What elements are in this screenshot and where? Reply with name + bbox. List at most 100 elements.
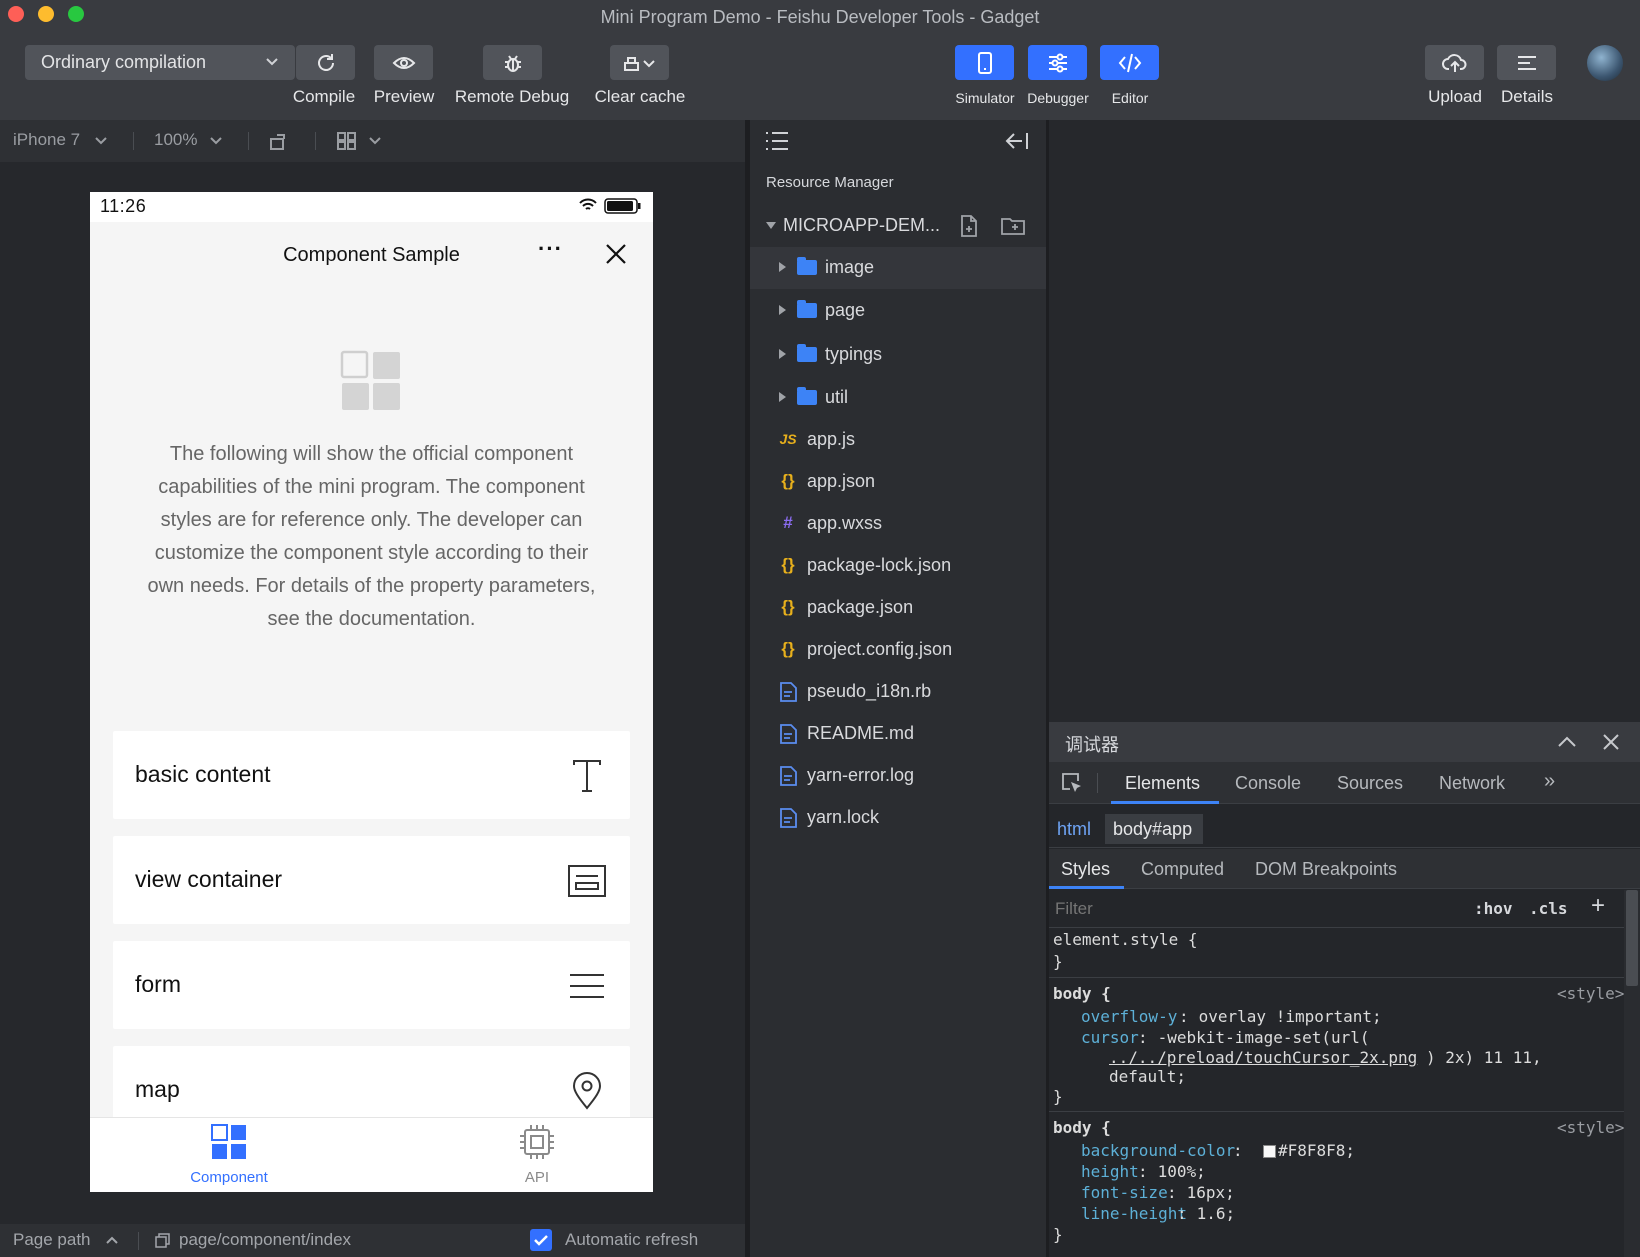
tree-item-pseudo-i18n[interactable]: pseudo_i18n.rb [750, 671, 1046, 713]
rule-selector[interactable]: body { [1053, 1118, 1111, 1137]
inspect-element-icon[interactable] [1061, 772, 1083, 794]
tree-item-image[interactable]: image [750, 247, 1046, 289]
tree-item-package-json[interactable]: {} package.json [750, 587, 1046, 629]
card-form[interactable]: form [113, 941, 630, 1029]
more-menu-icon[interactable]: ··· [538, 236, 563, 262]
tree-item-readme[interactable]: README.md [750, 713, 1046, 755]
tree-item-yarn-error[interactable]: yarn-error.log [750, 755, 1046, 797]
tab-elements[interactable]: Elements [1125, 773, 1200, 794]
remote-debug-button[interactable] [483, 45, 542, 80]
editor-toggle[interactable] [1100, 45, 1159, 80]
crumb-body[interactable]: body#app [1113, 819, 1192, 840]
upload-label[interactable]: Upload [1414, 87, 1496, 107]
styles-scrollbar[interactable] [1624, 890, 1640, 1257]
debugger-toggle[interactable] [1028, 45, 1087, 80]
close-icon[interactable] [1602, 733, 1620, 751]
prop-name[interactable]: height [1081, 1162, 1139, 1181]
prop-value[interactable]: #F8F8F8; [1278, 1141, 1355, 1160]
tab-console[interactable]: Console [1235, 773, 1301, 794]
phone-screen: 11:26 Component Sample ··· The following… [90, 192, 653, 1192]
prop-value[interactable]: overlay !important; [1189, 1007, 1382, 1026]
editor-area[interactable] [1049, 120, 1640, 722]
upload-button[interactable] [1425, 45, 1484, 80]
tree-item-yarn-lock[interactable]: yarn.lock [750, 797, 1046, 839]
prop-name[interactable]: line-height [1081, 1204, 1187, 1223]
tree-item-label: page [825, 300, 866, 320]
simulator-toggle[interactable] [955, 45, 1014, 80]
clear-cache-button[interactable] [610, 45, 669, 80]
card-view-container[interactable]: view container [113, 836, 630, 924]
preview-label[interactable]: Preview [364, 87, 444, 107]
tree-item-app-wxss[interactable]: # app.wxss [750, 503, 1046, 545]
prop-name[interactable]: overflow-y [1081, 1007, 1177, 1026]
chevron-up-icon[interactable] [1557, 735, 1577, 749]
tab-sources[interactable]: Sources [1337, 773, 1403, 794]
compile-button[interactable] [296, 45, 355, 80]
prop-value-tail: default; [1109, 1067, 1187, 1086]
tree-item-project-config[interactable]: {} project.config.json [750, 629, 1046, 671]
tree-item-util[interactable]: util [750, 377, 1046, 419]
hov-toggle[interactable]: :hov [1474, 899, 1513, 918]
tree-item-app-json[interactable]: {} app.json [750, 461, 1046, 503]
page-path-toggle[interactable]: Page path [13, 1230, 91, 1250]
prop-value[interactable]: 1.6; [1187, 1204, 1236, 1223]
simulator-label[interactable]: Simulator [945, 90, 1025, 106]
components-logo-icon [340, 350, 400, 410]
device-select[interactable]: iPhone 7 [13, 130, 80, 150]
compile-mode-select[interactable]: Ordinary compilation [25, 45, 296, 80]
add-rule-button[interactable]: + [1591, 892, 1605, 920]
prop-value[interactable]: 16px; [1177, 1183, 1235, 1202]
rule-close: } [1053, 1087, 1063, 1106]
tree-item-page[interactable]: page [750, 290, 1046, 332]
new-file-icon[interactable] [959, 215, 979, 237]
rule-source[interactable]: <style> [1557, 984, 1624, 1003]
tree-item-app-js[interactable]: JS app.js [750, 419, 1046, 461]
auto-refresh-checkbox[interactable] [530, 1229, 552, 1251]
cls-toggle[interactable]: .cls [1529, 899, 1568, 918]
clear-cache-label[interactable]: Clear cache [584, 87, 696, 107]
tree-item-label: image [825, 257, 875, 277]
card-basic-content[interactable]: basic content [113, 731, 630, 819]
compile-label[interactable]: Compile [284, 87, 364, 107]
tab-computed[interactable]: Computed [1141, 859, 1224, 880]
file-icon [780, 682, 797, 702]
tab-api[interactable]: API [462, 1118, 612, 1186]
tree-item-typings[interactable]: typings [750, 334, 1046, 376]
prop-name[interactable]: background-color [1081, 1141, 1235, 1160]
tree-item-package-lock[interactable]: {} package-lock.json [750, 545, 1046, 587]
project-root[interactable]: MICROAPP-DEM... [750, 205, 1046, 247]
color-swatch[interactable] [1263, 1145, 1276, 1158]
element-style-selector[interactable]: element.style { [1053, 930, 1198, 949]
debugger-label[interactable]: Debugger [1018, 90, 1098, 106]
styles-filter-input[interactable] [1055, 896, 1355, 922]
rule-source[interactable]: <style> [1557, 1118, 1624, 1137]
new-folder-icon[interactable] [1001, 216, 1025, 236]
rotate-icon[interactable] [268, 130, 290, 152]
prop-name[interactable]: font-size [1081, 1183, 1168, 1202]
avatar[interactable] [1587, 45, 1623, 81]
editor-label[interactable]: Editor [1090, 90, 1170, 106]
remote-debug-label[interactable]: Remote Debug [446, 87, 578, 107]
dom-breadcrumbs: html body#app [1049, 812, 1640, 848]
more-tabs-icon[interactable]: » [1544, 770, 1555, 793]
eye-icon [392, 56, 415, 69]
collapse-panel-icon[interactable] [1005, 132, 1029, 150]
rule-selector[interactable]: body { [1053, 984, 1111, 1003]
crumb-html[interactable]: html [1057, 819, 1091, 840]
cursor-url-link[interactable]: ../../preload/touchCursor_2x.png [1109, 1048, 1417, 1067]
copy-icon[interactable] [155, 1233, 170, 1248]
details-label[interactable]: Details [1486, 87, 1568, 107]
prop-value[interactable]: 100%; [1148, 1162, 1206, 1181]
tab-network[interactable]: Network [1439, 773, 1505, 794]
tab-styles[interactable]: Styles [1061, 859, 1110, 880]
tab-component[interactable]: Component [154, 1118, 304, 1186]
preview-button[interactable] [374, 45, 433, 80]
close-icon[interactable] [604, 242, 628, 266]
prop-name[interactable]: cursor [1081, 1028, 1139, 1047]
list-icon[interactable] [765, 130, 789, 152]
tab-dom-breakpoints[interactable]: DOM Breakpoints [1255, 859, 1397, 880]
details-button[interactable] [1497, 45, 1556, 80]
zoom-select[interactable]: 100% [154, 130, 197, 150]
grid-icon[interactable] [336, 131, 358, 151]
prop-value[interactable]: -webkit-image-set(url( [1148, 1028, 1370, 1047]
